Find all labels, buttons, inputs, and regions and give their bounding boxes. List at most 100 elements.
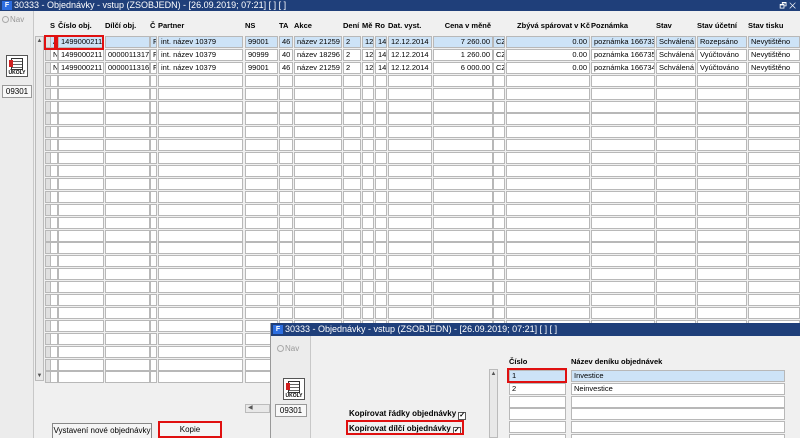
journal-name-cell[interactable]: Investice <box>571 370 785 382</box>
empty-cell[interactable] <box>343 139 361 152</box>
empty-cell[interactable] <box>493 87 505 100</box>
empty-cell[interactable] <box>591 268 655 281</box>
empty-cell[interactable] <box>105 255 150 268</box>
empty-cell[interactable] <box>150 242 157 255</box>
empty-cell[interactable] <box>150 281 157 294</box>
empty-cell[interactable] <box>150 152 157 165</box>
empty-cell[interactable] <box>343 87 361 100</box>
empty-cell[interactable] <box>433 126 493 139</box>
empty-cell[interactable] <box>294 203 342 216</box>
empty-cell[interactable] <box>294 294 342 306</box>
empty-cell[interactable] <box>343 216 361 229</box>
empty-cell[interactable] <box>279 139 293 152</box>
empty-cell[interactable] <box>343 281 361 294</box>
empty-cell[interactable] <box>362 203 374 216</box>
empty-cell[interactable] <box>656 255 696 268</box>
empty-cell[interactable] <box>279 229 293 242</box>
empty-cell[interactable] <box>591 177 655 190</box>
empty-cell[interactable] <box>150 113 157 126</box>
empty-cell[interactable] <box>150 74 157 87</box>
empty-cell[interactable] <box>279 87 293 100</box>
table-cell[interactable]: Schválená <box>656 61 696 74</box>
empty-cell[interactable] <box>388 126 432 139</box>
table-cell[interactable]: 12 <box>362 61 374 74</box>
empty-cell[interactable] <box>388 165 432 177</box>
empty-cell[interactable] <box>105 87 150 100</box>
empty-cell[interactable] <box>506 152 590 165</box>
table-cell[interactable]: 99001 <box>245 61 278 74</box>
empty-cell[interactable] <box>433 255 493 268</box>
table-cell[interactable]: 0000011317 <box>105 48 150 61</box>
empty-cell[interactable] <box>105 203 150 216</box>
empty-cell[interactable] <box>150 358 157 371</box>
empty-cell[interactable] <box>506 242 590 255</box>
window-controls[interactable]: 🗗 ✕ <box>779 0 796 11</box>
table-cell[interactable]: název 18296 <box>294 48 342 61</box>
empty-cell[interactable] <box>294 100 342 113</box>
empty-cell[interactable] <box>58 190 104 203</box>
dialog-tasks-icon[interactable]: ÚKOLY <box>283 378 305 400</box>
empty-cell[interactable] <box>58 113 104 126</box>
empty-cell[interactable] <box>375 74 387 87</box>
empty-cell[interactable] <box>388 229 432 242</box>
empty-cell[interactable] <box>362 229 374 242</box>
empty-cell[interactable] <box>50 281 58 294</box>
table-cell[interactable]: poznámka 166735 <box>591 48 655 61</box>
empty-cell[interactable] <box>158 306 243 319</box>
empty-cell[interactable] <box>433 229 493 242</box>
empty-cell[interactable] <box>506 190 590 203</box>
empty-cell[interactable] <box>375 126 387 139</box>
table-cell[interactable]: CZK <box>493 36 505 48</box>
empty-cell[interactable] <box>591 306 655 319</box>
empty-cell[interactable] <box>388 74 432 87</box>
empty-cell[interactable] <box>150 203 157 216</box>
empty-cell[interactable] <box>58 255 104 268</box>
empty-cell[interactable] <box>294 306 342 319</box>
empty-cell[interactable] <box>343 126 361 139</box>
empty-cell[interactable] <box>748 177 800 190</box>
empty-cell[interactable] <box>279 203 293 216</box>
empty-cell[interactable] <box>245 255 278 268</box>
new-order-button[interactable]: Vystavení nové objednávky <box>52 423 152 438</box>
empty-cell[interactable] <box>493 255 505 268</box>
table-cell[interactable]: název 21259 <box>294 36 342 48</box>
empty-cell[interactable] <box>50 294 58 306</box>
empty-cell[interactable] <box>362 268 374 281</box>
empty-cell[interactable] <box>697 165 747 177</box>
empty-cell[interactable] <box>158 294 243 306</box>
table-cell[interactable]: 2 <box>343 61 361 74</box>
empty-cell[interactable] <box>343 177 361 190</box>
empty-cell[interactable] <box>656 216 696 229</box>
empty-cell[interactable] <box>343 294 361 306</box>
empty-cell[interactable] <box>158 255 243 268</box>
nav-toggle[interactable]: Nav <box>2 15 24 24</box>
empty-cell[interactable] <box>506 139 590 152</box>
empty-cell[interactable] <box>279 268 293 281</box>
empty-cell[interactable] <box>433 281 493 294</box>
empty-cell[interactable] <box>150 268 157 281</box>
table-cell[interactable]: 1 260.00 <box>433 48 493 61</box>
table-cell[interactable]: 2 <box>343 36 361 48</box>
empty-cell[interactable] <box>388 294 432 306</box>
empty-cell[interactable] <box>697 294 747 306</box>
empty-cell[interactable] <box>58 87 104 100</box>
tasks-icon[interactable]: ÚKOLY <box>6 55 28 77</box>
empty-cell[interactable] <box>150 139 157 152</box>
empty-cell[interactable] <box>158 281 243 294</box>
empty-cell[interactable] <box>58 74 104 87</box>
column-header[interactable]: Stav tisku <box>748 21 800 30</box>
empty-cell[interactable] <box>50 371 58 384</box>
empty-cell[interactable] <box>50 126 58 139</box>
empty-cell[interactable] <box>245 87 278 100</box>
vertical-scrollbar[interactable]: ▲ ▼ <box>35 36 44 381</box>
table-cell[interactable]: 7 260.00 <box>433 36 493 48</box>
empty-cell[interactable] <box>58 229 104 242</box>
empty-cell[interactable] <box>591 100 655 113</box>
empty-cell[interactable] <box>697 281 747 294</box>
code-button[interactable]: 09301 <box>2 85 32 98</box>
empty-cell[interactable] <box>105 332 150 345</box>
empty-cell[interactable] <box>433 139 493 152</box>
empty-cell[interactable] <box>279 113 293 126</box>
empty-cell[interactable] <box>748 229 800 242</box>
table-cell[interactable]: 14 <box>375 36 387 48</box>
